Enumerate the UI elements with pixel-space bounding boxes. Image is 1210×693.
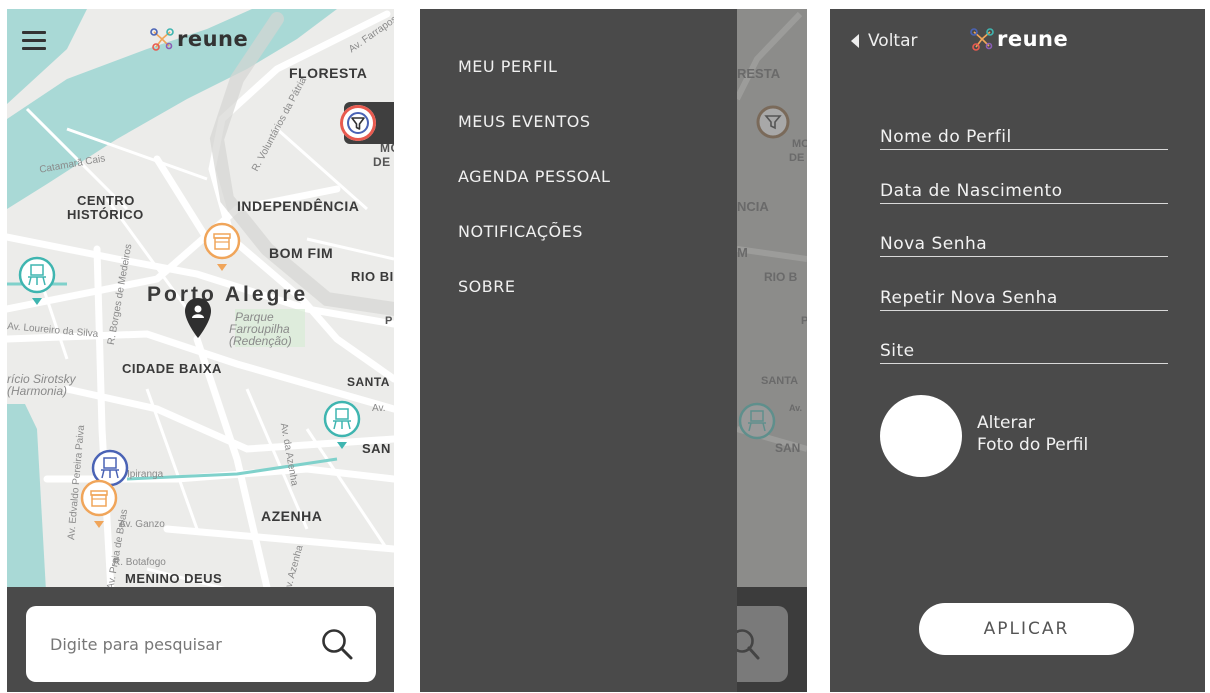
field-repetir-nova-senha[interactable]: Repetir Nova Senha <box>880 288 1168 311</box>
dimmed-map <box>737 11 807 452</box>
event-pin-store-2[interactable] <box>79 478 119 530</box>
back-button[interactable]: Voltar <box>850 31 918 51</box>
street-av-ganzo: Av. Ganzo <box>119 519 165 530</box>
ghost-label-ncia: NCIA <box>737 199 769 214</box>
back-arrow-icon <box>851 34 859 48</box>
field-nome-do-perfil[interactable]: Nome do Perfil <box>880 127 1168 150</box>
place-line-2: (Harmonia) <box>7 384 68 398</box>
field-nova-senha[interactable]: Nova Senha <box>880 234 1168 257</box>
search-box[interactable] <box>26 606 376 682</box>
menu-screen: MEU PERFIL MEUS EVENTOS AGENDA PESSOAL N… <box>420 9 807 692</box>
apply-button[interactable]: APLICAR <box>919 603 1134 655</box>
map-label-p: P <box>385 315 393 327</box>
menu-item-meu-perfil[interactable]: MEU PERFIL <box>458 57 610 112</box>
ghost-label-santa: SANTA <box>761 375 799 387</box>
event-pin-stand-2[interactable] <box>322 399 362 451</box>
filter-icon <box>347 112 369 134</box>
reune-logo-profile: reune <box>970 27 1068 51</box>
change-photo-line-2: Foto do Perfil <box>977 435 1089 455</box>
map-label-bom-fim: BOM FIM <box>269 245 334 261</box>
back-label: Voltar <box>868 31 918 51</box>
street-botafogo: R. Botafogo <box>113 557 166 568</box>
change-photo-line-1: Alterar <box>977 413 1035 433</box>
network-logo-icon <box>150 28 174 51</box>
ghost-filter-icon <box>756 105 790 139</box>
ghost-label-m: M <box>737 245 748 260</box>
change-photo-link[interactable]: Alterar Foto do Perfil <box>977 412 1088 456</box>
event-pin-store[interactable] <box>203 222 241 272</box>
profile-screen: Voltar reune Nome do Perfil Data de Nasc… <box>830 9 1205 692</box>
menu-item-agenda-pessoal[interactable]: AGENDA PESSOAL <box>458 167 610 222</box>
street-av: Av. <box>372 403 386 414</box>
menu-list: MEU PERFIL MEUS EVENTOS AGENDA PESSOAL N… <box>458 57 610 332</box>
map-label-rio-branco: RIO BI <box>351 269 394 284</box>
map-screen: reune FLORESTA CENTRO HISTÓRICO INDEPEND… <box>7 9 394 692</box>
ghost-search-box <box>737 606 788 682</box>
park-line-3: (Redenção) <box>229 334 292 348</box>
event-pin-stand[interactable] <box>17 255 57 307</box>
map-label-historico: HISTÓRICO <box>67 207 144 222</box>
ghost-label-de: DE <box>789 152 805 164</box>
user-location-pin[interactable] <box>183 296 213 340</box>
field-data-de-nascimento[interactable]: Data de Nascimento <box>880 181 1168 204</box>
menu-item-sobre[interactable]: SOBRE <box>458 277 610 332</box>
field-site[interactable]: Site <box>880 341 1168 364</box>
network-logo-icon <box>970 28 994 51</box>
map-overlay[interactable]: RESTA MO DE NCIA M RIO B P SANTA SAN Av. <box>737 9 807 692</box>
street-ipiranga: Ipiranga <box>127 469 164 480</box>
profile-photo[interactable] <box>880 395 962 477</box>
logo-wordmark: reune <box>177 27 249 51</box>
map-label-centro: CENTRO <box>77 193 135 208</box>
ghost-label-mo: MO <box>792 138 807 150</box>
ghost-label-av: Av. <box>789 403 803 413</box>
map-label-menino-deus: MENINO DEUS <box>125 571 223 586</box>
hamburger-icon[interactable] <box>22 31 46 51</box>
map-label-azenha: AZENHA <box>261 508 323 524</box>
reune-logo: reune <box>150 27 248 51</box>
map-label-independencia: INDEPENDÊNCIA <box>237 198 360 214</box>
ghost-label-rio-branco: RIO B <box>764 270 798 284</box>
search-input[interactable] <box>48 633 292 655</box>
map-label-cidade-baixa: CIDADE BAIXA <box>122 361 222 376</box>
side-menu: MEU PERFIL MEUS EVENTOS AGENDA PESSOAL N… <box>420 9 737 692</box>
ghost-label-san: SAN <box>775 441 801 455</box>
city-label: Porto Alegre <box>147 283 309 306</box>
logo-wordmark: reune <box>997 27 1069 51</box>
map-label-de: DE <box>373 155 391 169</box>
search-icon[interactable] <box>320 627 354 661</box>
menu-item-notificacoes[interactable]: NOTIFICAÇÕES <box>458 222 610 277</box>
ghost-label-floresta: RESTA <box>737 66 781 81</box>
map-label-san: SAN <box>362 441 391 456</box>
menu-item-meus-eventos[interactable]: MEUS EVENTOS <box>458 112 610 167</box>
filter-button[interactable] <box>340 105 376 141</box>
ghost-search-icon <box>737 629 760 660</box>
ghost-label-p: P <box>801 315 807 327</box>
map-label-santa: SANTA <box>347 375 390 389</box>
ghost-pin-icon <box>738 402 776 440</box>
